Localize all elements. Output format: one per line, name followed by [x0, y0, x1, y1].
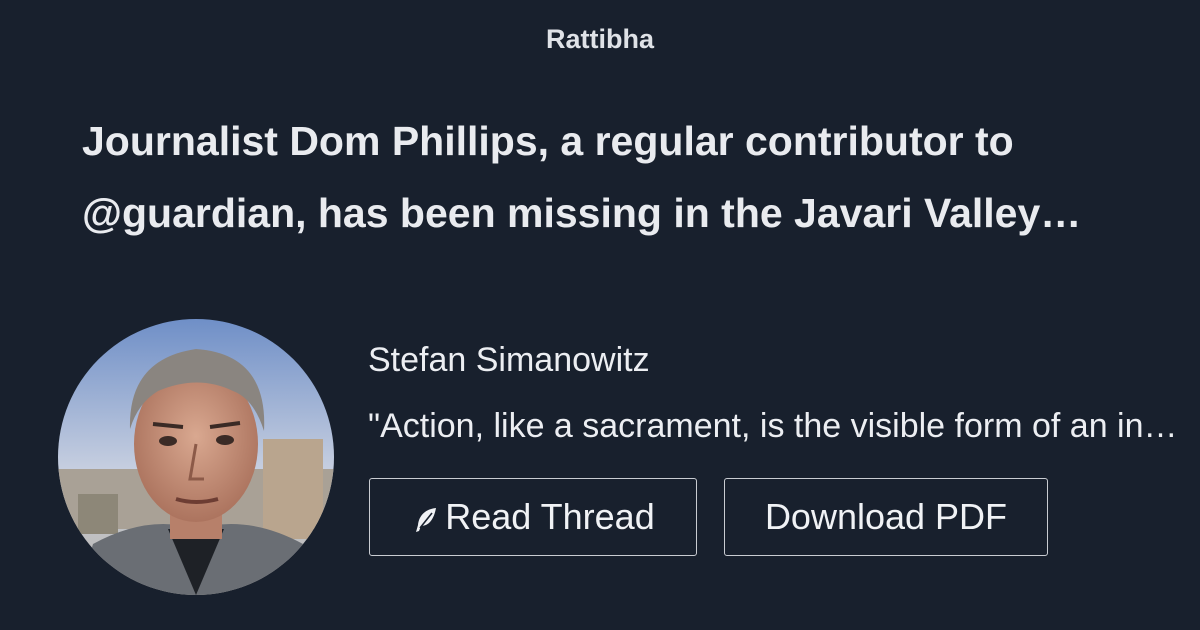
thread-headline: Journalist Dom Phillips, a regular contr…: [82, 118, 1041, 236]
read-thread-label: Read Thread: [445, 496, 655, 537]
author-avatar: [58, 319, 334, 595]
author-name[interactable]: Stefan Simanowitz: [368, 340, 650, 380]
feather-icon: [416, 508, 437, 532]
site-brand: Rattibha: [546, 24, 654, 54]
download-pdf-button[interactable]: Download PDF: [724, 478, 1048, 556]
download-pdf-label: Download PDF: [764, 496, 1008, 537]
read-thread-button[interactable]: Read Thread: [369, 478, 697, 556]
author-bio: "Action, like a sacrament, is the visibl…: [368, 407, 1178, 445]
